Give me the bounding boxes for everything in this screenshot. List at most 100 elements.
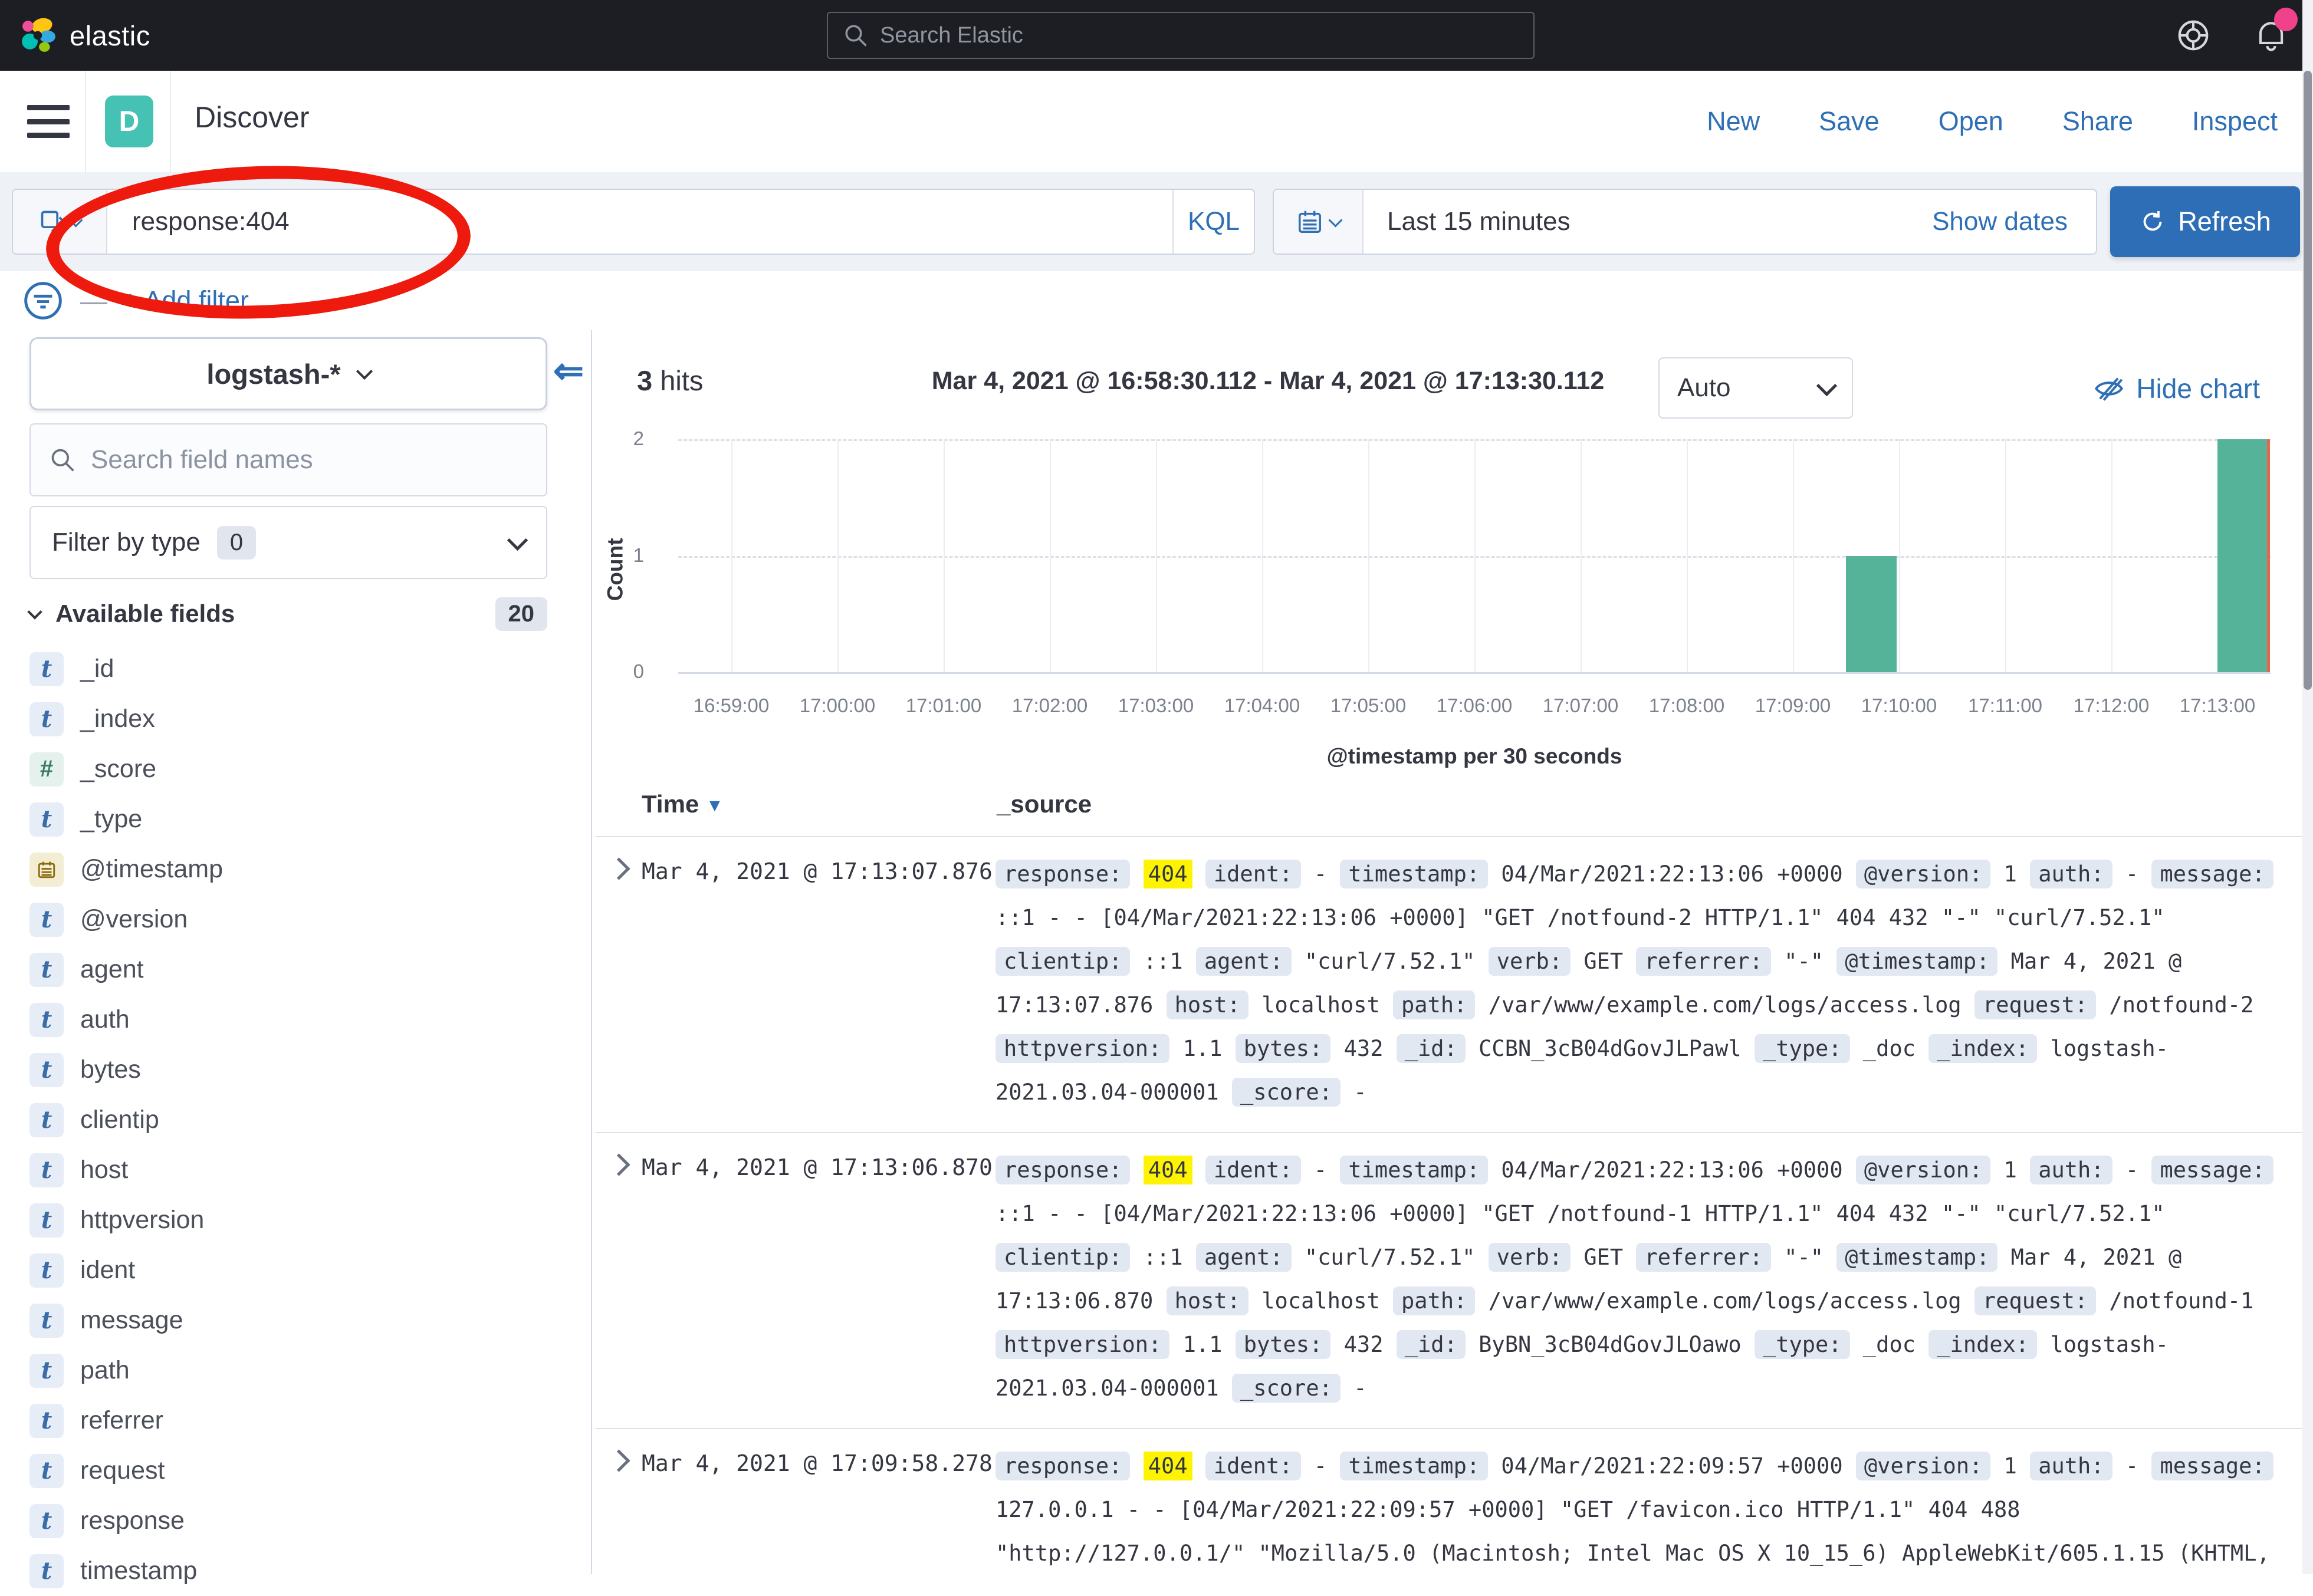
source-field-badge: referrer: [1636,947,1770,976]
source-field-badge: message: [2151,1452,2273,1480]
field-item-path[interactable]: tpath [29,1345,560,1396]
discover-app-badge[interactable]: D [105,96,153,147]
field-item-@version[interactable]: t@version [29,894,560,945]
help-icon[interactable] [2175,17,2212,54]
hits-number: 3 [637,365,652,396]
expand-row-icon[interactable] [596,1149,642,1410]
header-action-open[interactable]: Open [1939,106,2003,137]
grid-line-v [944,439,945,672]
source-value: localhost [1261,1288,1379,1314]
field-item-_index[interactable]: t_index [29,694,560,744]
field-item-_score[interactable]: #_score [29,744,560,794]
calendar-menu-button[interactable] [1274,190,1364,254]
add-filter-link[interactable]: + Add filter [123,285,249,316]
saved-query-menu-button[interactable] [13,190,107,254]
x-tick-label: 17:12:00 [2052,695,2170,717]
elastic-logo[interactable]: elastic [20,17,150,54]
show-dates-link[interactable]: Show dates [1932,190,2096,254]
date-picker[interactable]: Last 15 minutes Show dates [1273,189,2097,255]
field-name: httpversion [80,1206,204,1235]
filter-by-type-select[interactable]: Filter by type 0 [29,506,547,579]
grid-line-v [1793,439,1794,672]
header-divider [85,71,86,172]
header-action-inspect[interactable]: Inspect [2192,106,2278,137]
field-item-httpversion[interactable]: thttpversion [29,1195,560,1245]
query-text[interactable]: response:404 [107,190,1172,254]
newsfeed-button[interactable] [2253,17,2289,54]
field-item-_type[interactable]: t_type [29,794,560,844]
field-item-_id[interactable]: t_id [29,644,560,694]
table-row: Mar 4, 2021 @ 17:13:06.870response: 404 … [596,1133,2303,1429]
column-time[interactable]: Time ▼ [642,790,724,818]
source-field-badge: timestamp: [1340,1156,1488,1184]
field-item-clientip[interactable]: tclientip [29,1095,560,1145]
source-field-badge: bytes: [1236,1034,1331,1063]
index-pattern-select[interactable]: logstash-* [29,337,547,410]
text-field-icon: t [29,1253,64,1288]
histogram-bar-17:13:00[interactable] [2217,439,2268,672]
collapse-sidebar-icon[interactable]: ⇐ [553,349,584,392]
histogram-chart[interactable] [678,439,2271,674]
scrollbar-thumb[interactable] [2304,71,2312,690]
source-value: ::1 [1144,1245,1183,1270]
field-item-timestamp[interactable]: ttimestamp [29,1546,560,1596]
x-tick-label: 17:10:00 [1840,695,1958,717]
source-field-badge: timestamp: [1340,1452,1488,1480]
source-field-badge: auth: [2030,1156,2112,1184]
source-value: /notfound-1 [2109,1288,2253,1314]
histogram-bar-17:09:30[interactable] [1846,556,1897,673]
query-input[interactable]: response:404 KQL [12,189,1255,255]
document-table: Mar 4, 2021 @ 17:13:07.876response: 404 … [596,836,2303,1575]
header-action-new[interactable]: New [1707,106,1760,137]
source-field-badge: clientip: [995,947,1130,976]
sort-desc-icon: ▼ [706,796,724,815]
field-search-input[interactable]: Search field names [29,423,547,496]
field-name: @version [80,905,188,934]
chevron-down-icon [1328,213,1342,227]
number-field-icon: # [29,752,64,787]
available-fields-header[interactable]: Available fields 20 [29,593,547,634]
column-source[interactable]: _source [997,790,1092,818]
time-range-value[interactable]: Last 15 minutes [1364,190,1932,254]
interval-select[interactable]: Auto [1658,357,1853,419]
refresh-button[interactable]: Refresh [2110,186,2300,257]
field-item-referrer[interactable]: treferrer [29,1396,560,1446]
field-item-agent[interactable]: tagent [29,945,560,995]
x-tick-label: 17:09:00 [1734,695,1852,717]
source-value: 1 [2004,1157,2017,1183]
field-item-host[interactable]: thost [29,1145,560,1195]
text-field-icon: t [29,1153,64,1187]
global-search-input[interactable]: Search Elastic [827,12,1535,59]
header-action-share[interactable]: Share [2062,106,2133,137]
expand-row-icon[interactable] [596,1444,642,1575]
source-field-badge: timestamp: [1340,860,1488,889]
source-field-badge: clientip: [995,1243,1130,1272]
x-tick-label: 17:01:00 [885,695,1003,717]
source-value: _doc [1863,1036,1916,1061]
chevron-down-icon [1816,375,1837,396]
header-action-save[interactable]: Save [1819,106,1880,137]
source-field-badge: path: [1393,990,1475,1019]
field-item-request[interactable]: trequest [29,1446,560,1496]
source-field-badge: auth: [2030,860,2112,889]
field-name: request [80,1456,165,1485]
field-item-response[interactable]: tresponse [29,1496,560,1546]
field-item-message[interactable]: tmessage [29,1295,560,1345]
x-tick-label: 17:13:00 [2158,695,2276,717]
expand-row-icon[interactable] [596,853,642,1114]
field-item-@timestamp[interactable]: @timestamp [29,844,560,894]
x-tick-label: 17:00:00 [778,695,896,717]
index-pattern-label: logstash-* [206,358,340,390]
grid-line-v [1899,439,1900,672]
query-language-button[interactable]: KQL [1172,190,1254,254]
source-field-badge: response: [995,1452,1130,1480]
hide-chart-link[interactable]: Hide chart [2094,373,2260,404]
menu-hamburger-icon[interactable] [27,105,70,138]
filter-icon[interactable] [21,279,65,323]
row-timestamp: Mar 4, 2021 @ 17:13:06.870 [642,1149,995,1410]
field-item-bytes[interactable]: tbytes [29,1045,560,1095]
field-item-auth[interactable]: tauth [29,995,560,1045]
scrollbar-track[interactable] [2302,0,2313,1574]
source-value: "curl/7.52.1" [1305,1245,1476,1270]
field-item-ident[interactable]: tident [29,1245,560,1295]
